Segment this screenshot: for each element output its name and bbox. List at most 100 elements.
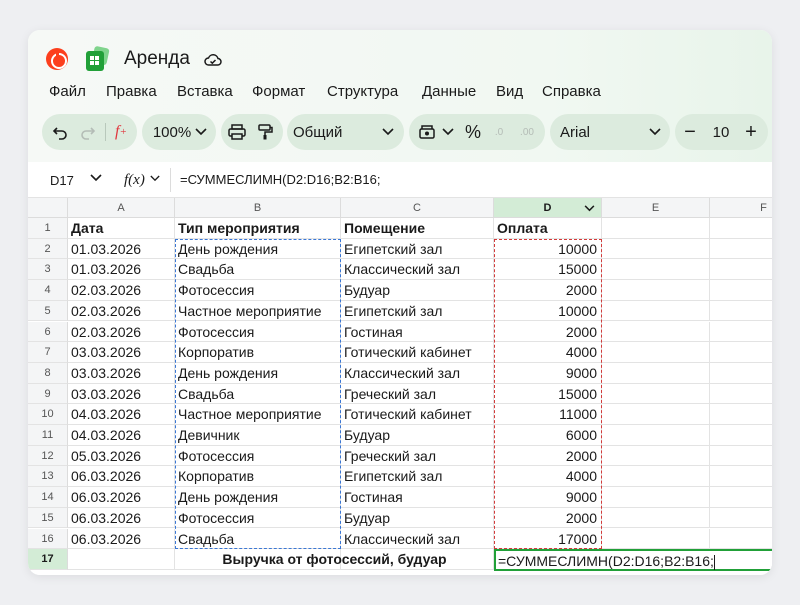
table-cell[interactable]: 01.03.2026 xyxy=(68,259,175,281)
menu-view[interactable]: Вид xyxy=(496,83,523,100)
row-header[interactable]: 15 xyxy=(28,507,68,529)
table-cell[interactable]: Свадьба xyxy=(175,528,341,550)
table-cell[interactable] xyxy=(602,404,710,425)
table-cell[interactable]: 9000 xyxy=(494,487,602,508)
table-cell[interactable] xyxy=(602,487,710,508)
font-size-decrease-button[interactable]: − xyxy=(677,114,703,150)
table-cell[interactable]: 4000 xyxy=(494,466,602,488)
table-cell[interactable]: 06.03.2026 xyxy=(68,466,175,488)
font-family-dropdown[interactable]: Arial xyxy=(550,114,670,150)
table-cell[interactable]: 03.03.2026 xyxy=(68,362,175,384)
row-header[interactable]: 4 xyxy=(28,280,68,301)
table-cell[interactable] xyxy=(602,425,710,446)
function-button[interactable]: f(x) xyxy=(124,170,164,192)
table-cell[interactable]: 2000 xyxy=(494,507,602,529)
table-cell[interactable] xyxy=(710,218,772,239)
table-cell[interactable] xyxy=(710,404,772,425)
table-cell[interactable] xyxy=(602,259,710,281)
table-cell[interactable]: 02.03.2026 xyxy=(68,280,175,301)
table-cell[interactable]: Фотосессия xyxy=(175,445,341,467)
table-cell[interactable]: Свадьба xyxy=(175,259,341,281)
column-title-cell[interactable]: Тип мероприятия xyxy=(175,218,341,239)
increase-decimal-button[interactable]: .00 xyxy=(513,114,541,150)
table-cell[interactable]: Девичник xyxy=(175,425,341,446)
table-cell[interactable]: Египетский зал xyxy=(341,300,494,322)
undo-icon[interactable] xyxy=(46,114,74,150)
table-cell[interactable]: 06.03.2026 xyxy=(68,507,175,529)
chevron-down-icon[interactable] xyxy=(584,205,595,212)
table-cell[interactable]: Греческий зал xyxy=(341,383,494,405)
table-cell[interactable] xyxy=(710,239,772,260)
table-cell[interactable]: Фотосессия xyxy=(175,280,341,301)
table-cell[interactable]: 10000 xyxy=(494,238,602,260)
table-cell[interactable]: Гостиная xyxy=(341,487,494,508)
table-cell[interactable]: Корпоратив xyxy=(175,466,341,488)
table-cell[interactable] xyxy=(710,322,772,343)
table-cell[interactable]: 02.03.2026 xyxy=(68,321,175,343)
row-header[interactable]: 6 xyxy=(28,321,68,343)
table-cell[interactable]: Корпоратив xyxy=(175,342,341,363)
table-cell[interactable]: 02.03.2026 xyxy=(68,300,175,322)
table-cell[interactable]: Частное мероприятие xyxy=(175,300,341,322)
format-painter-icon[interactable]: f + xyxy=(107,114,135,150)
table-cell[interactable]: 06.03.2026 xyxy=(68,528,175,550)
table-cell[interactable]: Будуар xyxy=(341,280,494,301)
column-header-c[interactable]: C xyxy=(341,198,494,218)
table-cell[interactable] xyxy=(68,549,175,570)
table-cell[interactable] xyxy=(602,300,710,322)
row-header[interactable]: 9 xyxy=(28,383,68,405)
summary-label[interactable]: Выручка от фотосессий, будуар xyxy=(175,549,494,570)
table-cell[interactable]: 03.03.2026 xyxy=(68,342,175,363)
table-cell[interactable]: Свадьба xyxy=(175,383,341,405)
column-title-cell[interactable]: Помещение xyxy=(341,218,494,239)
table-cell[interactable] xyxy=(602,218,710,239)
table-cell[interactable]: Классический зал xyxy=(341,259,494,281)
paint-format-icon[interactable] xyxy=(251,114,279,150)
table-cell[interactable] xyxy=(602,507,710,529)
row-header[interactable]: 7 xyxy=(28,342,68,363)
table-cell[interactable]: 06.03.2026 xyxy=(68,487,175,508)
menu-format[interactable]: Формат xyxy=(252,83,305,100)
table-cell[interactable]: Египетский зал xyxy=(341,238,494,260)
table-cell[interactable]: Частное мероприятие xyxy=(175,404,341,425)
table-cell[interactable] xyxy=(602,238,710,260)
row-header[interactable]: 2 xyxy=(28,238,68,260)
menu-help[interactable]: Справка xyxy=(542,83,601,100)
table-cell[interactable]: 17000 xyxy=(494,528,602,550)
table-cell[interactable]: 15000 xyxy=(494,383,602,405)
column-title-cell[interactable]: Оплата xyxy=(494,218,602,239)
menu-data[interactable]: Данные xyxy=(422,83,476,100)
table-cell[interactable]: 04.03.2026 xyxy=(68,404,175,425)
chevron-down-icon[interactable] xyxy=(440,114,456,150)
percent-format-button[interactable]: % xyxy=(462,114,484,150)
row-header[interactable]: 5 xyxy=(28,300,68,322)
active-cell-editor[interactable]: =СУММЕСЛИМН(D2:D16;B2:B16; xyxy=(494,549,772,571)
table-cell[interactable] xyxy=(602,362,710,384)
table-cell[interactable]: Классический зал xyxy=(341,362,494,384)
row-header[interactable]: 16 xyxy=(28,528,68,550)
yandex-logo-icon[interactable] xyxy=(46,48,68,70)
table-cell[interactable] xyxy=(710,363,772,384)
table-cell[interactable] xyxy=(602,342,710,363)
table-cell[interactable]: 6000 xyxy=(494,425,602,446)
column-header-f[interactable]: F xyxy=(710,198,772,218)
currency-format-icon[interactable] xyxy=(413,114,441,150)
table-cell[interactable]: Гостиная xyxy=(341,321,494,343)
table-cell[interactable] xyxy=(710,301,772,322)
table-cell[interactable]: День рождения xyxy=(175,487,341,508)
table-cell[interactable]: Фотосессия xyxy=(175,321,341,343)
table-cell[interactable] xyxy=(710,508,772,529)
row-header[interactable]: 12 xyxy=(28,445,68,467)
menu-file[interactable]: Файл xyxy=(49,83,86,100)
row-header[interactable]: 17 xyxy=(28,549,68,570)
row-header[interactable]: 13 xyxy=(28,466,68,488)
table-cell[interactable]: Фотосессия xyxy=(175,507,341,529)
table-cell[interactable]: 03.03.2026 xyxy=(68,383,175,405)
table-cell[interactable] xyxy=(710,259,772,281)
menu-insert[interactable]: Вставка xyxy=(177,83,233,100)
table-cell[interactable] xyxy=(710,342,772,363)
column-title-cell[interactable]: Дата xyxy=(68,218,175,239)
table-cell[interactable]: Готический кабинет xyxy=(341,342,494,363)
row-header[interactable]: 8 xyxy=(28,362,68,384)
table-cell[interactable] xyxy=(710,466,772,488)
